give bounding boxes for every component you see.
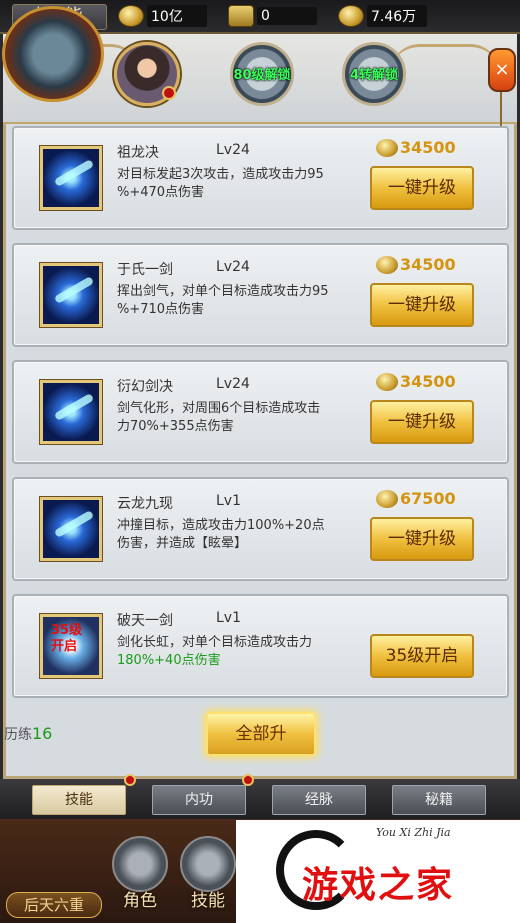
skill-level: Lv1	[216, 493, 241, 509]
hero-notification-dot	[162, 86, 176, 100]
skill-cost: 34500	[376, 372, 456, 391]
site-watermark: You Xi Zhi Jia 游戏之家	[236, 820, 520, 923]
tab-inner-power[interactable]: 内功	[152, 785, 246, 815]
coin-icon	[376, 255, 398, 274]
skill-name: 祖龙决	[117, 145, 159, 161]
skill-card: 衍幻剑决 Lv24 剑气化形，对周围6个目标造成攻击 力70%+355点伤害 34…	[12, 360, 509, 464]
skill-name: 破天一剑	[117, 613, 173, 629]
unlock-level-button[interactable]: 35级开启	[370, 634, 474, 678]
skill-card: 35级 开启 破天一剑 Lv1 剑化长虹，对单个目标造成攻击力 180%+40点伤害…	[12, 594, 509, 698]
locked-ingot-currency: 0	[228, 4, 317, 28]
skill-description: 剑气化形，对周围6个目标造成攻击 力70%+355点伤害	[117, 401, 321, 434]
skill-description: 剑化长虹，对单个目标造成攻击力 180%+40点伤害	[117, 635, 313, 668]
upgrade-button[interactable]: 一键升级	[370, 283, 474, 327]
gold-ingot-currency: 10亿	[118, 4, 207, 28]
watermark-title: 游戏之家	[302, 865, 455, 906]
coin-icon	[376, 138, 398, 157]
close-button[interactable]: ×	[488, 48, 516, 92]
skill-icon[interactable]	[39, 379, 103, 445]
tab-secret-manuals[interactable]: 秘籍	[392, 785, 486, 815]
watermark-subtitle: You Xi Zhi Jia	[376, 826, 451, 839]
skill-card: 于氏一剑 Lv24 挥出剑气，对单个目标造成攻击力95 %+710点伤害 3450…	[12, 243, 509, 347]
skill-level: Lv24	[216, 142, 250, 158]
nav-skills-button[interactable]: 技能	[176, 836, 240, 916]
slot-1-unlock-label: 80级解锁	[233, 68, 291, 83]
experience-readout: 历练16	[4, 724, 53, 743]
tab-skills[interactable]: 技能	[32, 785, 126, 815]
helmet-icon	[112, 836, 168, 892]
upgrade-button[interactable]: 一键升级	[370, 400, 474, 444]
skill-cost: 34500	[376, 255, 456, 274]
skill-description: 对目标发起3次攻击，造成攻击力95 %+470点伤害	[117, 167, 324, 200]
realm-label: 后天六重	[6, 892, 102, 918]
upgrade-button[interactable]: 一键升级	[370, 517, 474, 561]
skill-cost: 67500	[376, 489, 456, 508]
tab-meridians[interactable]: 经脉	[272, 785, 366, 815]
gold-ingot-icon	[118, 5, 144, 27]
skill-level: Lv24	[216, 259, 250, 275]
skill-level: Lv24	[216, 376, 250, 392]
skill-cost: 34500	[376, 138, 456, 157]
skill-description: 挥出剑气，对单个目标造成攻击力95 %+710点伤害	[117, 284, 329, 317]
skill-icon[interactable]: 35级 开启	[39, 613, 103, 679]
locked-ingot-value: 0	[257, 7, 317, 25]
coin-icon	[376, 372, 398, 391]
realm-emblem-icon[interactable]	[2, 6, 104, 102]
skill-icon[interactable]	[39, 145, 103, 211]
coin-currency: 7.46万	[338, 4, 427, 28]
skill-lock-overlay: 35级 开启	[51, 623, 83, 654]
notification-dot	[124, 774, 136, 786]
scroll-icon	[180, 836, 236, 892]
skill-card: 云龙九现 Lv1 冲撞目标，造成攻击力100%+20点 伤害，并造成【眩晕】 67…	[12, 477, 509, 581]
nav-character-button[interactable]: 角色	[108, 836, 172, 916]
skill-icon[interactable]	[39, 262, 103, 328]
close-icon: ×	[494, 59, 510, 80]
upgrade-button[interactable]: 一键升级	[370, 166, 474, 210]
slot-2-unlock-label: 4转解锁	[349, 68, 399, 83]
tab-bar: 技能 内功 经脉 秘籍	[0, 779, 520, 819]
skill-name: 云龙九现	[117, 496, 173, 512]
skill-icon[interactable]	[39, 496, 103, 562]
coin-icon	[338, 5, 364, 27]
notification-dot	[242, 774, 254, 786]
skill-level: Lv1	[216, 610, 241, 626]
locked-ingot-icon	[228, 5, 254, 27]
gold-ingot-value: 10亿	[147, 5, 207, 27]
skill-card: 祖龙决 Lv24 对目标发起3次攻击，造成攻击力95 %+470点伤害 34500…	[12, 126, 509, 230]
coin-value: 7.46万	[367, 5, 427, 27]
skill-name: 于氏一剑	[117, 262, 173, 278]
skill-name: 衍幻剑决	[117, 379, 173, 395]
skill-description: 冲撞目标，造成攻击力100%+20点 伤害，并造成【眩晕】	[117, 518, 325, 551]
upgrade-all-button[interactable]: 全部升	[206, 712, 316, 756]
coin-icon	[376, 489, 398, 508]
